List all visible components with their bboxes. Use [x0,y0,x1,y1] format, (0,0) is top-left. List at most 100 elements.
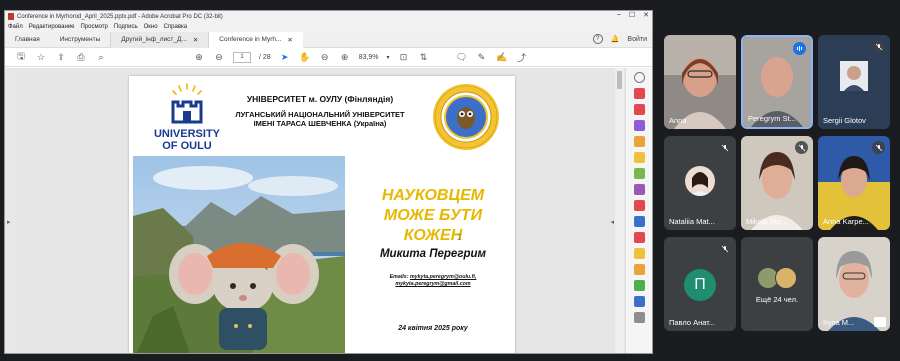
page-number-input[interactable]: 1 [233,51,251,63]
scroll-mode-icon[interactable]: ⇅ [418,51,430,63]
tab-document-1[interactable]: Другий_інф_лист_Д... ✕ [110,31,209,48]
speaking-indicator-icon [793,42,806,55]
save-icon[interactable]: 🖫 [15,51,27,63]
chevron-left-icon[interactable]: ◂ [610,218,614,226]
fill-sign-icon[interactable]: ✍ [496,51,508,63]
document-area[interactable]: ▸ UNIVERSITY OF OULU УНІВЕРСИТЕТ м. ОУЛУ… [5,68,652,353]
left-panel-toggle[interactable]: ▸ [5,68,15,353]
participant-name: Iryna M... [823,318,855,327]
zoom-in-icon[interactable]: ⊕ [339,51,351,63]
tab-tools[interactable]: Инструменты [50,32,111,48]
tab-bar: Главная Инструменты Другий_інф_лист_Д...… [5,31,652,48]
menu-window[interactable]: Окно [144,24,158,30]
select-cursor-icon[interactable]: ➤ [279,51,291,63]
participant-tile-iryna[interactable]: Iryna M... [818,237,890,331]
send-review-icon[interactable] [633,248,645,259]
protect-tool-icon[interactable] [633,216,645,227]
participant-tile-anna-karpe[interactable]: Anna Karpe... [818,136,890,230]
zoom-tool-icon[interactable] [633,72,645,83]
search-icon[interactable]: ⌕ [95,51,107,63]
chevron-down-icon[interactable]: ▾ [387,54,390,61]
maximize-icon[interactable]: ☐ [629,11,635,19]
close-tab-icon[interactable]: ✕ [287,36,292,44]
close-icon[interactable]: ✕ [643,11,649,19]
notifications-icon[interactable]: 🔔 [611,35,620,43]
window-title: Conference in Myrhorod_April_2025.pptx.p… [17,13,223,20]
author-emails: Emails: mykyta.peregrym@oulu.fi, mykyta.… [355,274,511,288]
comment-tool-icon[interactable] [633,152,645,163]
participant-name: Nataliia Mat... [669,217,715,226]
accessibility-tool-icon[interactable] [633,296,645,307]
zoom-select[interactable]: 83,9% [359,54,379,61]
fit-page-icon[interactable]: ⊡ [398,51,410,63]
menu-help[interactable]: Справка [164,24,188,30]
zoom-out-icon[interactable]: ⊖ [319,51,331,63]
measure-tool-icon[interactable] [633,264,645,275]
acrobat-window: Conference in Myrhorod_April_2025.pptx.p… [4,10,653,354]
vertical-scrollbar[interactable] [615,68,624,353]
export-pdf-icon[interactable] [633,88,645,99]
pdf-app-icon [8,13,14,20]
talk-title-line-2: МОЖЕ БУТИ [383,207,483,224]
upload-icon[interactable]: ⇪ [55,51,67,63]
combine-files-icon[interactable] [633,120,645,131]
talk-title: НАУКОВЦЕМ МОЖЕ БУТИ КОЖЕН [355,186,511,246]
minimize-icon[interactable]: – [617,11,621,19]
redact-tool-icon[interactable] [633,200,645,211]
menu-view[interactable]: Просмотр [80,24,107,30]
page-up-icon[interactable]: ⊕ [193,51,205,63]
menu-file[interactable]: Файл [8,24,23,30]
participant-video [664,35,736,129]
more-tools-icon[interactable] [633,312,645,323]
participant-tile-mikola[interactable]: Mikola Ste... [741,136,813,230]
university-line-3: ІМЕНІ ТАРАСА ШЕВЧЕНКА (Україна) [253,119,387,128]
avatar [685,166,715,196]
menu-edit[interactable]: Редактирование [29,24,75,30]
mouse-cursor-icon: ⌶ [457,233,462,242]
hand-tool-icon[interactable]: ✋ [299,51,311,63]
mic-off-icon [795,141,808,154]
optimize-tool-icon[interactable] [633,232,645,243]
participant-name: Anna Karpe... [823,217,869,226]
window-titlebar: Conference in Myrhorod_April_2025.pptx.p… [5,11,652,22]
presentation-date: 24 квітня 2025 року [398,325,468,332]
print-icon[interactable]: ⎙ [75,51,87,63]
signin-button[interactable]: Войти [627,36,647,43]
print-production-icon[interactable] [633,280,645,291]
participant-tile-peregrym[interactable]: Peregrym St... [741,35,813,129]
participant-name: Anna [669,116,687,125]
participant-tile-anna[interactable]: Anna [664,35,736,129]
mic-off-icon [718,141,731,154]
comment-icon[interactable]: 🗨 [456,51,468,63]
tab-home[interactable]: Главная [5,32,50,48]
mouse-toy-photo [133,156,345,353]
oulu-logo-line1: UNIVERSITY [154,128,221,140]
pin-icon[interactable] [874,317,886,327]
help-icon[interactable]: ? [592,34,603,44]
participant-tile-sergii[interactable]: Sergii Glotov [818,35,890,129]
author-name: Микита Перегрим [379,248,487,260]
participant-tile-nataliia[interactable]: Nataliia Mat... [664,136,736,230]
share-icon[interactable]: ⤴ [516,51,528,63]
menu-sign[interactable]: Подпись [114,24,138,30]
more-participants-tile[interactable]: Ещё 24 чел. [741,237,813,331]
tab-document-2[interactable]: Conference in Myrh... ✕ [208,31,303,48]
mic-off-icon [872,40,885,53]
highlight-icon[interactable]: ✎ [476,51,488,63]
organize-pages-icon[interactable] [633,168,645,179]
create-pdf-icon[interactable] [633,104,645,115]
bookmark-star-icon[interactable]: ☆ [35,51,47,63]
scrollbar-thumb[interactable] [617,71,622,89]
page-down-icon[interactable]: ⊖ [213,51,225,63]
talk-title-line-3: КОЖЕН [403,227,463,244]
email-link-2[interactable]: mykyta.peregrym@gmail.com [395,281,470,287]
edit-pdf-icon[interactable] [633,136,645,147]
email-link-1[interactable]: mykyta.peregrym@oulu.fi, [410,274,476,280]
university-seal-logo [433,84,499,150]
university-line-1: УНІВЕРСИТЕТ м. ОУЛУ (Фінляндія) [246,94,394,104]
chevron-right-icon[interactable]: ▸ [7,218,11,226]
close-tab-icon[interactable]: ✕ [193,36,198,44]
participant-tile-pavlo[interactable]: П Павло Анат... [664,237,736,331]
sign-tool-icon[interactable] [633,184,645,195]
page-total: / 28 [259,53,271,61]
